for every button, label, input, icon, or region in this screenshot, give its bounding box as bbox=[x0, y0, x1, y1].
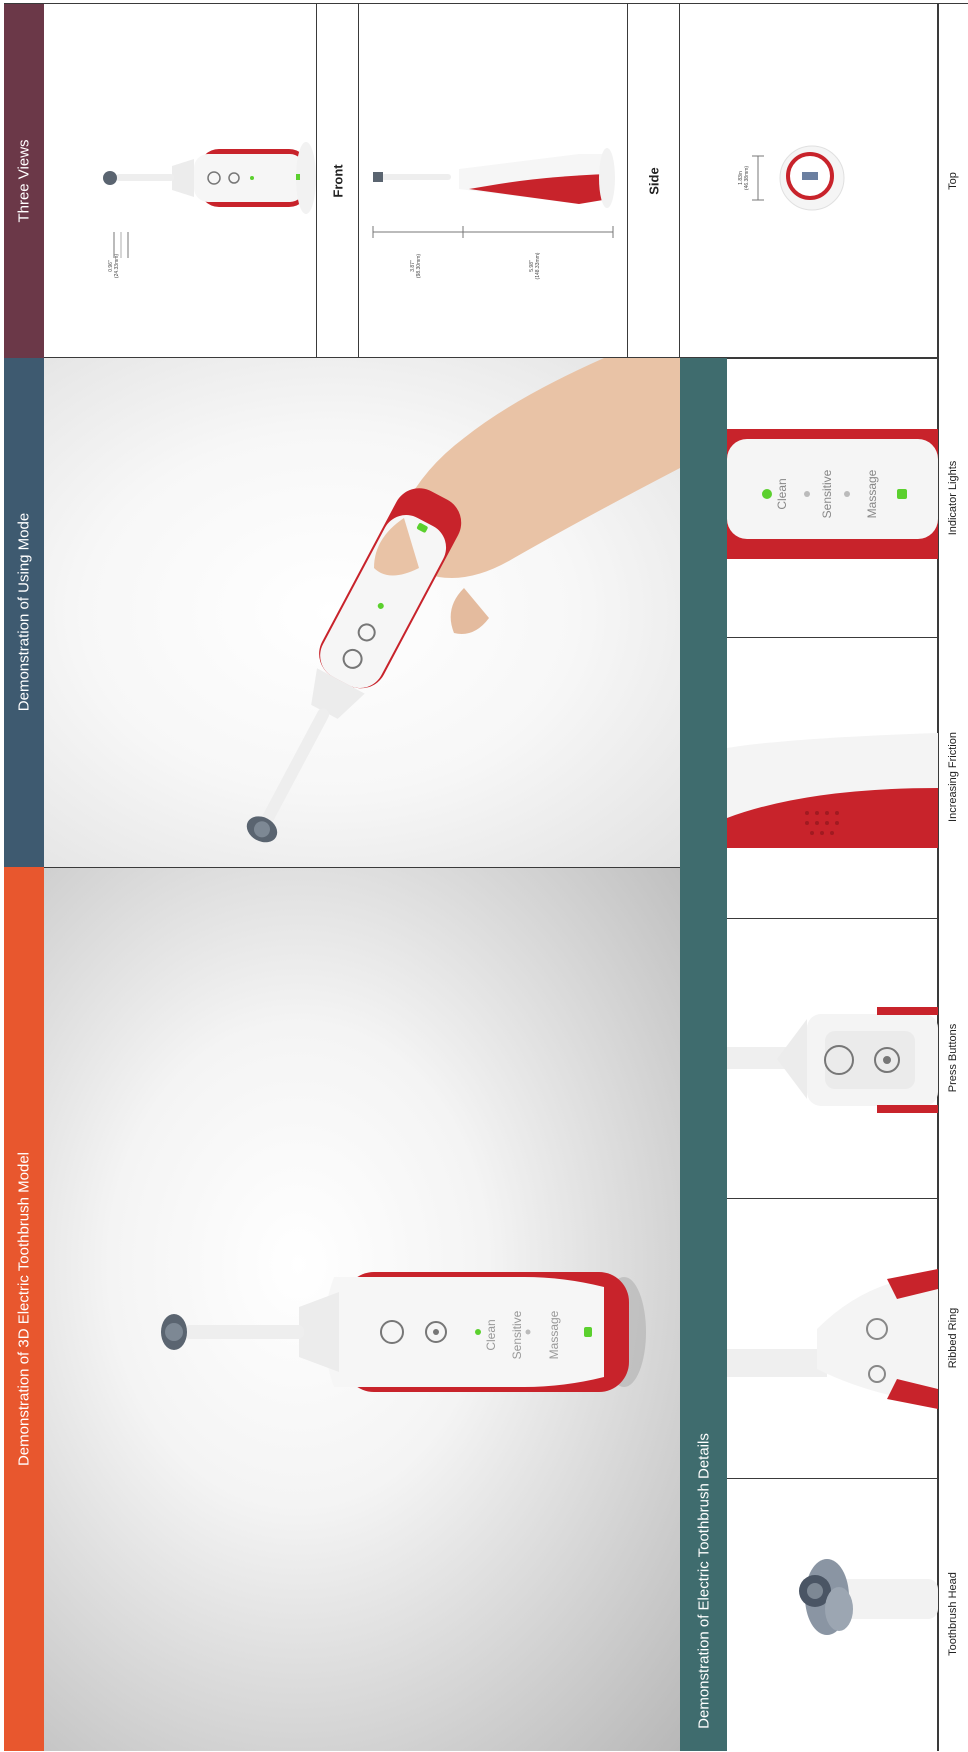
side-lower-dimension: 5.98" (148.33mm) bbox=[529, 252, 541, 280]
side-view-label: Side bbox=[646, 167, 662, 195]
detail-mode-massage: Massage bbox=[865, 469, 879, 519]
detail-indicator-lights-label-cell: Indicator Lights bbox=[938, 358, 968, 637]
top-view-panel: 1.83in (46.38mm) bbox=[680, 4, 938, 358]
detail-increasing-friction-label-cell: Increasing Friction bbox=[938, 637, 968, 918]
detail-toothbrush-head-label: Toothbrush Head bbox=[947, 1572, 959, 1656]
increasing-friction-render bbox=[727, 733, 938, 848]
detail-press-buttons-label-cell: Press Buttons bbox=[938, 918, 968, 1198]
top-width-dimension: 1.83in (46.38mm) bbox=[738, 165, 750, 191]
detail-toothbrush-head-label-cell: Toothbrush Head bbox=[938, 1478, 968, 1751]
front-view-render bbox=[103, 142, 316, 258]
detail-indicator-lights: Clean Sensitive Massage bbox=[727, 358, 938, 637]
front-view-label-cell: Front bbox=[316, 4, 359, 358]
model-mode-sensitive: Sensitive bbox=[510, 1310, 524, 1360]
details-header-band: Demonstration of Electric Toothbrush Det… bbox=[680, 356, 727, 1751]
detail-mode-clean: Clean bbox=[775, 478, 789, 510]
model-render-panel: Clean Sensitive Massage bbox=[44, 867, 680, 1751]
press-buttons-render bbox=[727, 1007, 938, 1113]
divider-using-views bbox=[44, 357, 938, 358]
ribbed-ring-render bbox=[727, 1269, 938, 1409]
detail-ribbed-ring-label-cell: Ribbed Ring bbox=[938, 1198, 968, 1478]
toothbrush-head-render bbox=[799, 1559, 938, 1635]
top-view-label: Top bbox=[947, 172, 959, 190]
outer-top-border bbox=[4, 3, 968, 4]
top-view-render bbox=[752, 145, 845, 211]
divider-details-label-column bbox=[938, 4, 939, 1751]
detail-indicator-lights-label: Indicator Lights bbox=[947, 460, 959, 536]
top-view-label-cell: Top bbox=[938, 4, 968, 358]
detail-ribbed-ring-label: Ribbed Ring bbox=[947, 1307, 959, 1369]
divider-model-using bbox=[44, 867, 680, 868]
front-view-panel: 0.96" (24.33mm) bbox=[44, 4, 316, 358]
side-view-render bbox=[372, 148, 615, 238]
side-upper-dimension: 3.87" (98.30mm) bbox=[410, 253, 422, 279]
detail-mode-sensitive: Sensitive bbox=[820, 469, 834, 519]
three-views-header-band: Three Views bbox=[4, 4, 44, 358]
using-section-title: Demonstration of Using Mode bbox=[15, 512, 33, 712]
three-views-section-title: Three Views bbox=[15, 139, 33, 223]
model-mode-clean: Clean bbox=[484, 1319, 498, 1351]
toothbrush-render bbox=[161, 1272, 646, 1392]
hand-holding-toothbrush bbox=[246, 358, 680, 843]
model-section-title: Demonstration of 3D Electric Toothbrush … bbox=[15, 1151, 33, 1467]
detail-increasing-friction bbox=[727, 637, 938, 918]
detail-toothbrush-head bbox=[727, 1478, 938, 1751]
detail-press-buttons bbox=[727, 918, 938, 1198]
detail-press-buttons-label: Press Buttons bbox=[947, 1023, 959, 1093]
side-view-label-cell: Side bbox=[627, 4, 680, 358]
detail-increasing-friction-label: Increasing Friction bbox=[947, 732, 959, 822]
using-header-band: Demonstration of Using Mode bbox=[4, 358, 44, 867]
using-mode-panel bbox=[44, 358, 680, 867]
side-view-panel: 3.87" (98.30mm) 5.98" (148.33mm) bbox=[359, 4, 627, 358]
details-section-title: Demonstration of Electric Toothbrush Det… bbox=[695, 1433, 713, 1729]
detail-ribbed-ring bbox=[727, 1198, 938, 1478]
front-head-dimension: 0.96" (24.33mm) bbox=[108, 253, 120, 279]
model-mode-massage: Massage bbox=[547, 1310, 561, 1360]
model-header-band: Demonstration of 3D Electric Toothbrush … bbox=[4, 867, 44, 1751]
front-view-label: Front bbox=[330, 164, 346, 198]
